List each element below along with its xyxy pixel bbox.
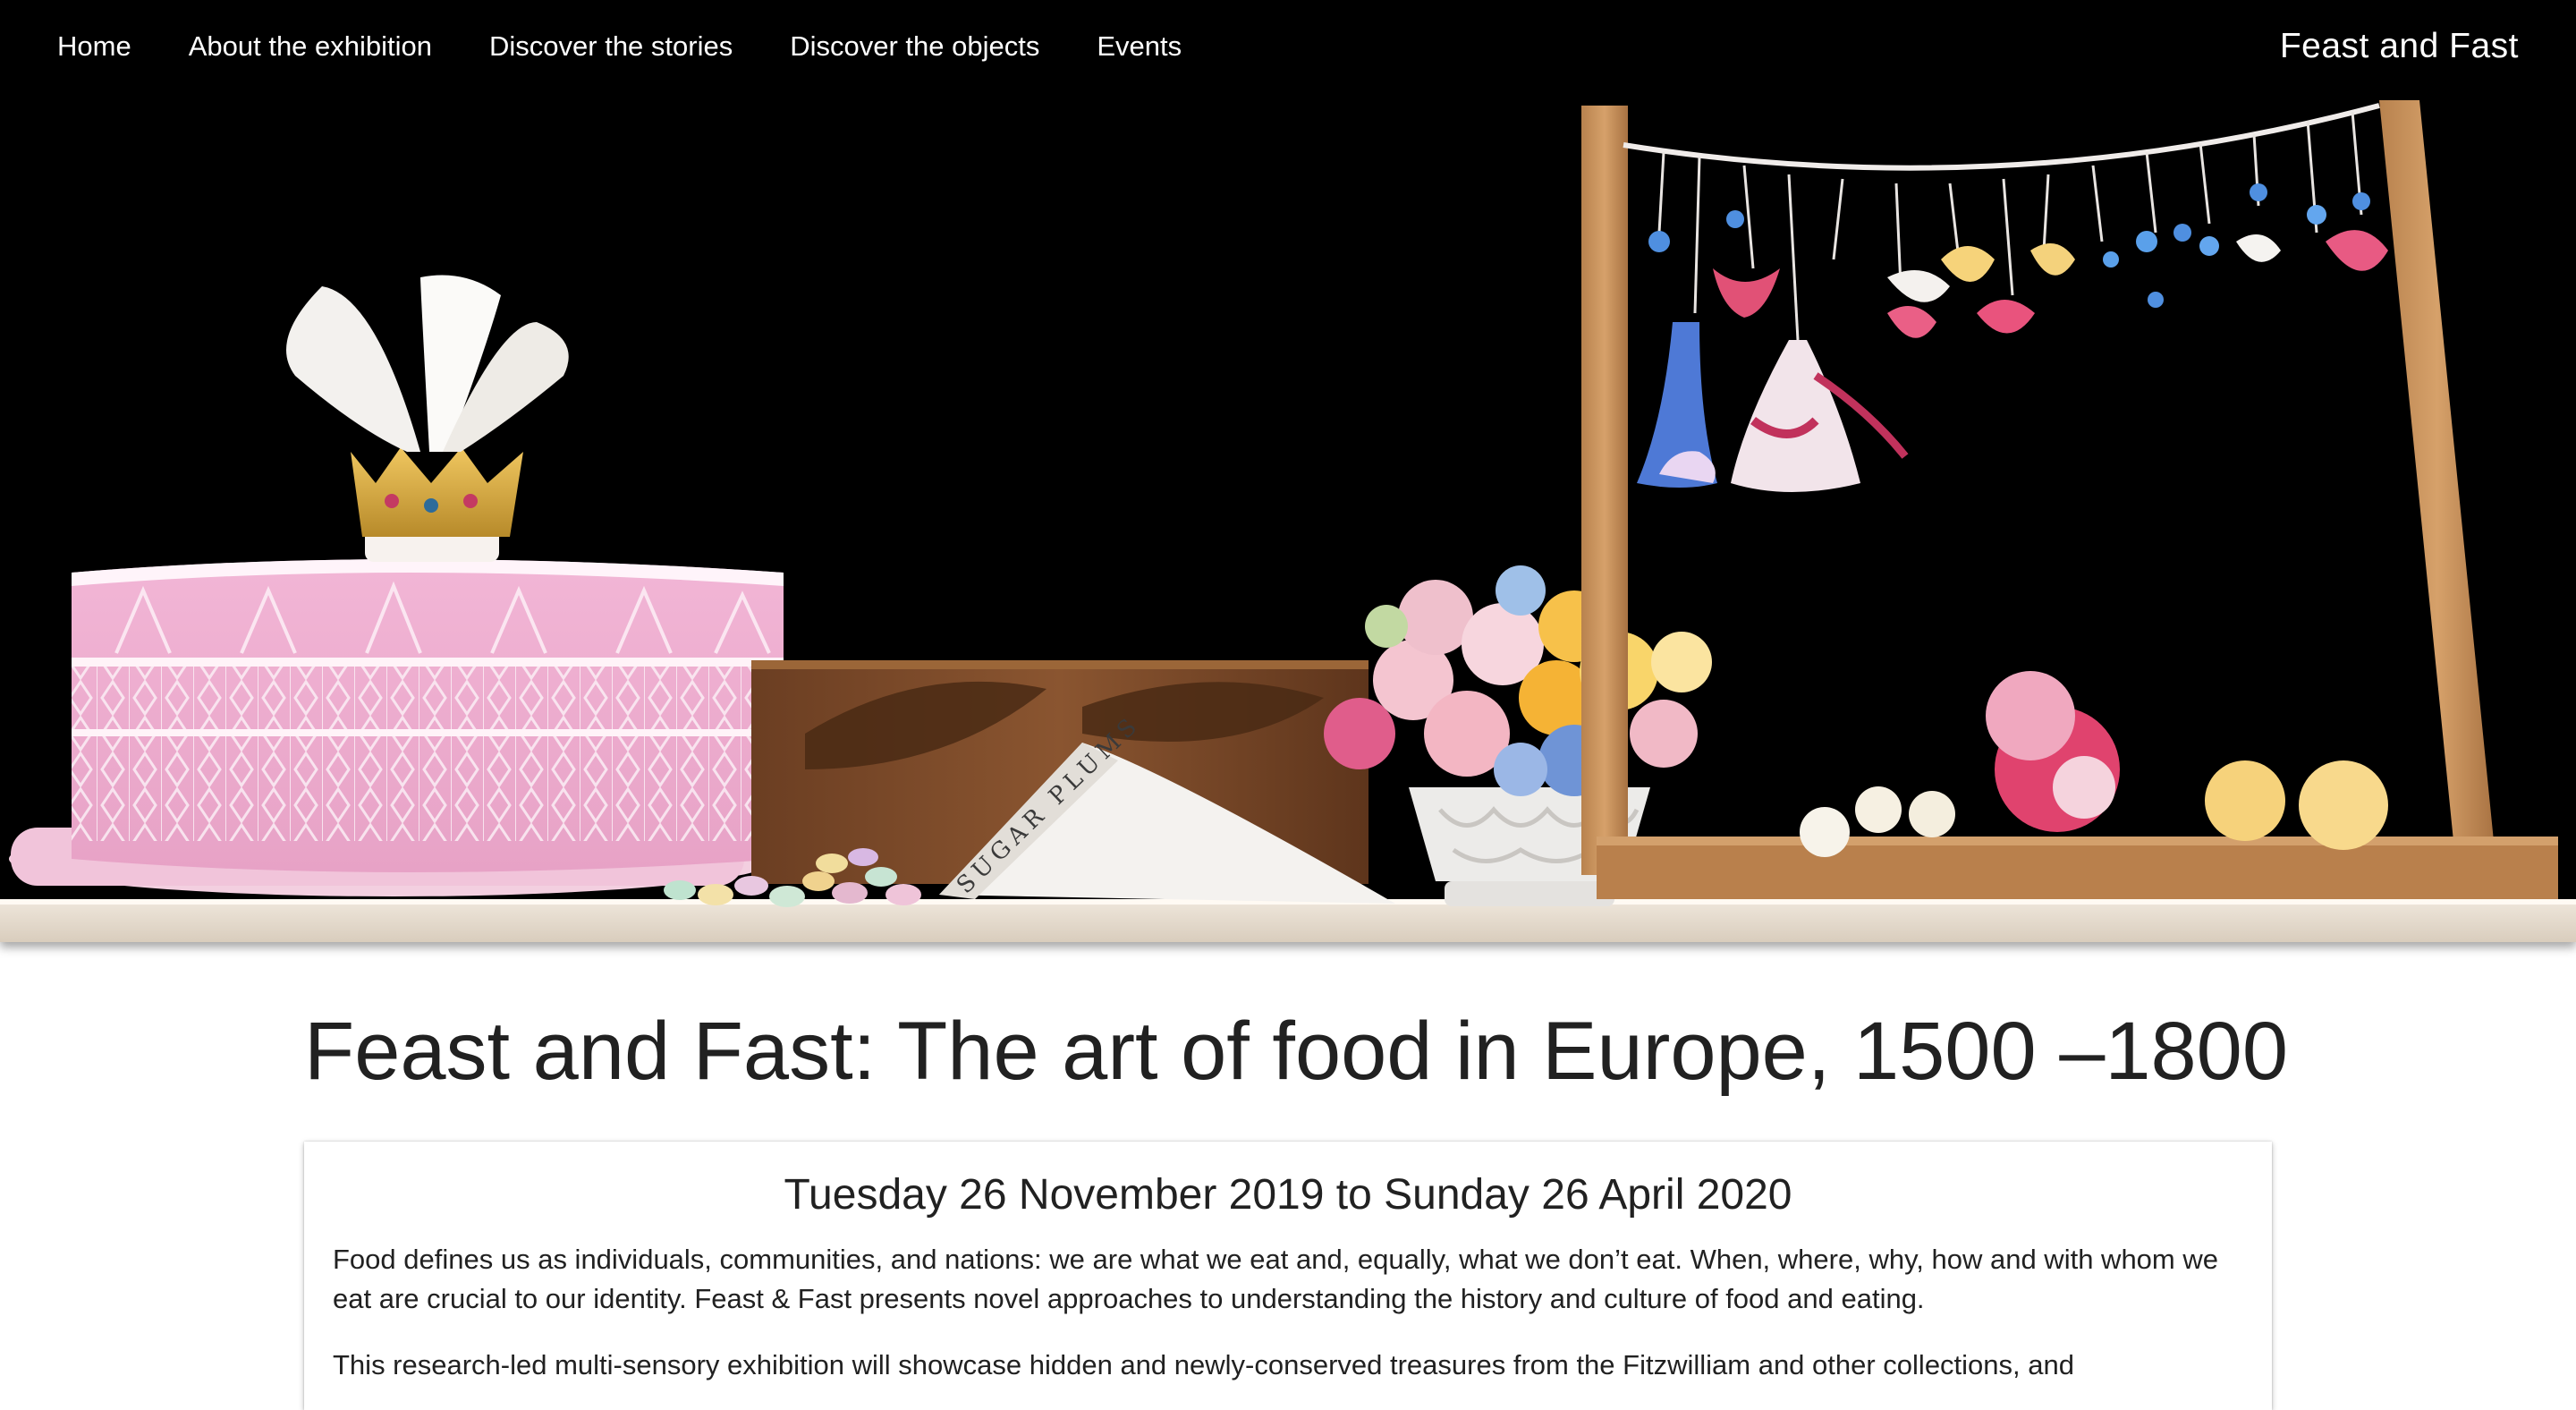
- site-brand[interactable]: Feast and Fast: [2280, 0, 2519, 93]
- nav-link-home[interactable]: Home: [57, 0, 131, 93]
- hero-image: SUGAR PLUMS: [0, 100, 2576, 942]
- exhibition-info-card: Tuesday 26 November 2019 to Sunday 26 Ap…: [304, 1142, 2272, 1410]
- flower-frame-illustration: [1581, 100, 2558, 899]
- main-content: Feast and Fast: The art of food in Europ…: [304, 993, 2289, 1410]
- nav-link-discover-the-objects[interactable]: Discover the objects: [790, 0, 1039, 93]
- nav-link-events[interactable]: Events: [1097, 0, 1182, 93]
- cake-illustration: [9, 275, 784, 896]
- nav-link-about-the-exhibition[interactable]: About the exhibition: [189, 0, 432, 93]
- exhibition-dates: Tuesday 26 November 2019 to Sunday 26 Ap…: [784, 1171, 1792, 1219]
- intro-paragraph: Food defines us as individuals, communit…: [333, 1244, 2218, 1314]
- nav-links: Home About the exhibition Discover the s…: [57, 0, 1239, 93]
- research-paragraph: This research-led multi-sensory exhibiti…: [333, 1349, 2074, 1380]
- hero-banner: SUGAR PLUMS Home About the exhibition Di…: [0, 0, 2576, 942]
- nav-link-discover-the-stories[interactable]: Discover the stories: [489, 0, 733, 93]
- top-navbar: Home About the exhibition Discover the s…: [0, 0, 2576, 93]
- page-title: Feast and Fast: The art of food in Europ…: [304, 1006, 2289, 1097]
